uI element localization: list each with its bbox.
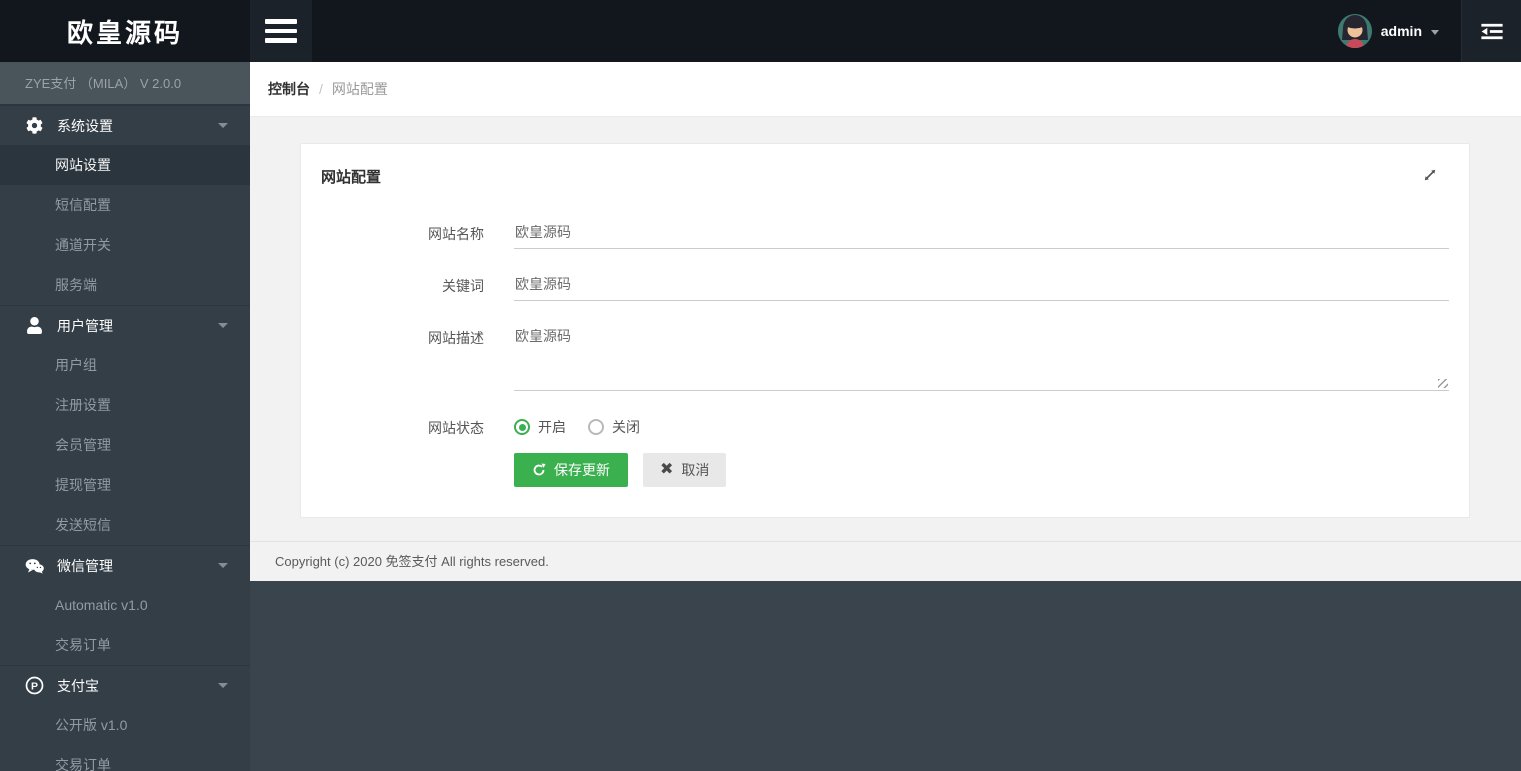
sidebar-section-alipay[interactable]: P 支付宝: [0, 665, 250, 705]
gear-icon: [25, 117, 44, 135]
user-icon: [25, 317, 44, 335]
breadcrumb: 控制台 / 网站配置: [250, 62, 1521, 117]
form-row-status: 网站状态 开启 关闭: [301, 409, 1449, 438]
sidebar-section-user-management[interactable]: 用户管理: [0, 305, 250, 345]
breadcrumb-current: 网站配置: [332, 79, 388, 99]
copyright-text: Copyright (c) 2020 免签支付 All rights reser…: [275, 554, 549, 569]
card-body: 网站名称 关键词 网站描述 欧皇源码: [301, 189, 1469, 517]
breadcrumb-separator: /: [319, 81, 323, 97]
radio-status-on[interactable]: 开启: [514, 417, 566, 437]
sidebar-item-sms-config[interactable]: 短信配置: [0, 185, 250, 225]
keywords-input[interactable]: [514, 267, 1449, 301]
chevron-down-icon: [218, 123, 228, 128]
sidebar-item-automatic-v1[interactable]: Automatic v1.0: [0, 585, 250, 625]
sidebar-item-member-management[interactable]: 会员管理: [0, 425, 250, 465]
form-row-site-name: 网站名称: [301, 215, 1449, 249]
card-header: 网站配置: [301, 144, 1469, 189]
sidebar-section-label: 系统设置: [57, 116, 218, 136]
refresh-icon: [532, 463, 546, 477]
sidebar-item-server[interactable]: 服务端: [0, 265, 250, 305]
card-title: 网站配置: [321, 166, 1421, 187]
user-menu[interactable]: admin: [1316, 0, 1461, 62]
sidebar-section-label: 微信管理: [57, 556, 218, 576]
radio-status-off[interactable]: 关闭: [588, 417, 640, 437]
save-update-button[interactable]: 保存更新: [514, 453, 628, 487]
hamburger-bar: [265, 29, 297, 34]
form-actions: 保存更新 ✖ 取消: [514, 453, 1449, 487]
sidebar-item-send-sms[interactable]: 发送短信: [0, 505, 250, 545]
topbar: 欧皇源码 admin: [0, 0, 1521, 62]
sidebar-item-user-group[interactable]: 用户组: [0, 345, 250, 385]
sidebar: ZYE支付 （MILA） V 2.0.0 系统设置 网站设置 短信配置 通道开关…: [0, 62, 250, 771]
logo-text: 欧皇源码: [67, 13, 183, 50]
main-area: 控制台 / 网站配置 网站配置: [250, 62, 1521, 771]
chevron-down-icon: [218, 683, 228, 688]
sidebar-item-website-settings[interactable]: 网站设置: [0, 145, 250, 185]
description-textarea[interactable]: 欧皇源码: [514, 319, 1449, 391]
sidebar-item-channel-switch[interactable]: 通道开关: [0, 225, 250, 265]
sidebar-item-alipay-orders[interactable]: 交易订单: [0, 745, 250, 771]
alipay-icon: P: [25, 677, 44, 695]
sidebar-item-register-settings[interactable]: 注册设置: [0, 385, 250, 425]
radio-selected-icon[interactable]: [514, 419, 530, 435]
sidebar-item-withdraw-management[interactable]: 提现管理: [0, 465, 250, 505]
cancel-label: 取消: [681, 460, 709, 480]
sidebar-section-wechat-management[interactable]: 微信管理: [0, 545, 250, 585]
website-config-card: 网站配置 网站名称: [300, 143, 1470, 518]
status-label: 网站状态: [301, 409, 484, 438]
sidebar-item-wechat-orders[interactable]: 交易订单: [0, 625, 250, 665]
hamburger-menu-icon[interactable]: [250, 0, 312, 62]
footer: Copyright (c) 2020 免签支付 All rights reser…: [250, 541, 1521, 581]
expand-fullscreen-icon[interactable]: [1421, 166, 1439, 189]
logo: 欧皇源码: [0, 0, 250, 62]
hamburger-bar: [265, 38, 297, 43]
form-row-description: 网站描述 欧皇源码: [301, 319, 1449, 391]
page-background-filler: [250, 581, 1521, 771]
chevron-down-icon: [218, 323, 228, 328]
breadcrumb-console[interactable]: 控制台: [268, 79, 310, 99]
keywords-label: 关键词: [301, 267, 484, 301]
radio-off-label[interactable]: 关闭: [612, 417, 640, 437]
content-area: 网站配置 网站名称: [250, 117, 1521, 541]
outdent-sidebar-toggle-icon[interactable]: [1461, 0, 1521, 62]
close-icon: ✖: [660, 462, 673, 478]
wechat-icon: [25, 557, 44, 575]
description-label: 网站描述: [301, 319, 484, 391]
chevron-down-icon: [1431, 30, 1439, 35]
avatar: [1338, 14, 1372, 48]
resize-handle-icon[interactable]: [1438, 379, 1448, 388]
hamburger-bar: [265, 19, 297, 24]
site-name-input[interactable]: [514, 215, 1449, 249]
site-name-label: 网站名称: [301, 215, 484, 249]
radio-unselected-icon[interactable]: [588, 419, 604, 435]
app-version: ZYE支付 （MILA） V 2.0.0: [0, 62, 250, 105]
svg-text:P: P: [31, 680, 38, 692]
sidebar-section-label: 支付宝: [57, 676, 218, 696]
username: admin: [1381, 23, 1422, 39]
radio-on-label[interactable]: 开启: [538, 417, 566, 437]
form-row-keywords: 关键词: [301, 267, 1449, 301]
save-update-label: 保存更新: [554, 460, 610, 480]
sidebar-section-system-settings[interactable]: 系统设置: [0, 105, 250, 145]
topbar-right: admin: [1316, 0, 1521, 62]
cancel-button[interactable]: ✖ 取消: [643, 453, 726, 487]
sidebar-section-label: 用户管理: [57, 316, 218, 336]
sidebar-item-public-v1[interactable]: 公开版 v1.0: [0, 705, 250, 745]
chevron-down-icon: [218, 563, 228, 568]
